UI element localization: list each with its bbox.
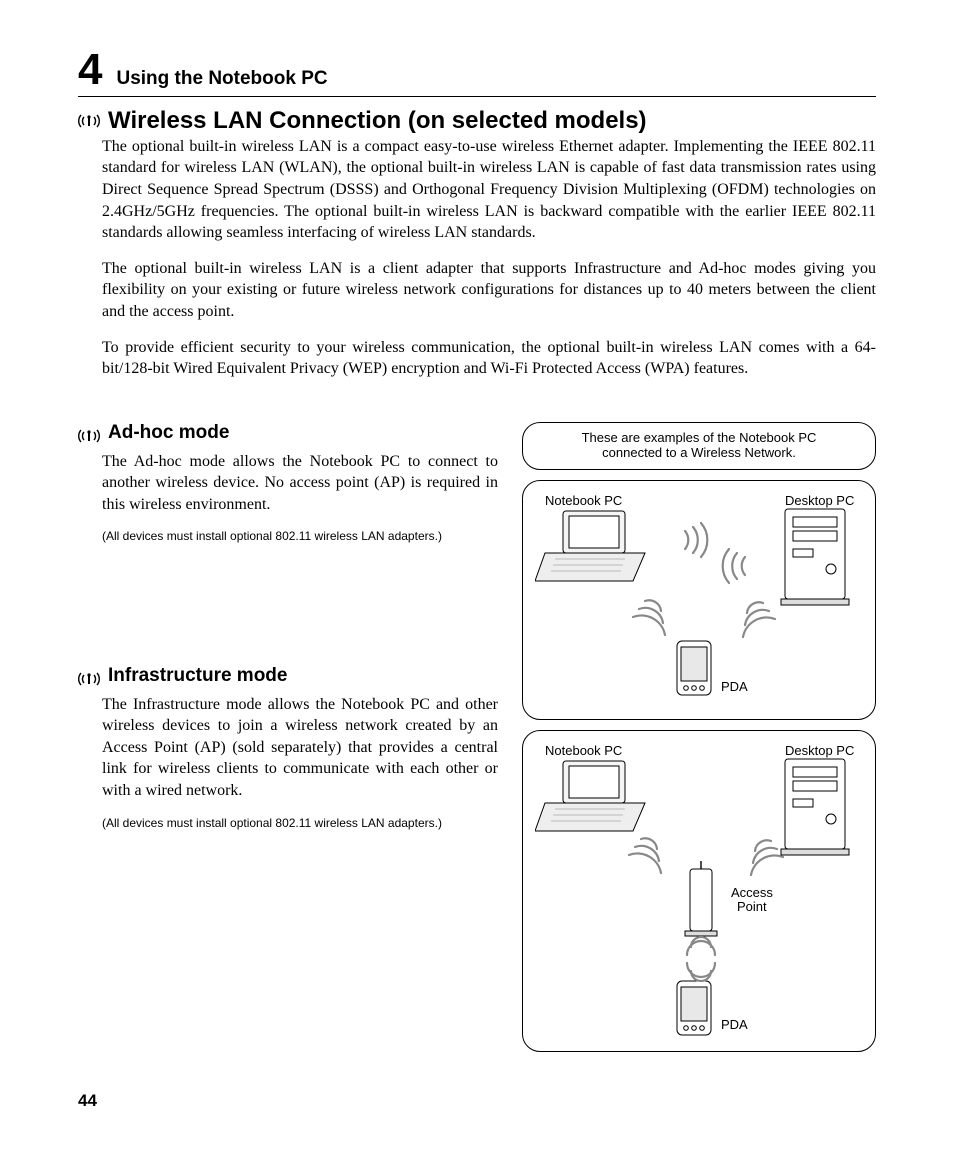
adhoc-diagram-panel: Notebook PC Desktop PC PDA — [522, 480, 876, 720]
intro-p2: The optional built-in wireless LAN is a … — [102, 258, 876, 323]
label-ap-2: Point — [737, 899, 767, 914]
page-number: 44 — [78, 1092, 97, 1109]
adhoc-body: The Ad-hoc mode allows the Notebook PC t… — [102, 451, 498, 516]
intro-p3: To provide efficient security to your wi… — [102, 337, 876, 380]
infra-body: The Infrastructure mode allows the Noteb… — [102, 694, 498, 802]
adhoc-diagram: Notebook PC Desktop PC PDA — [535, 491, 865, 709]
intro-p1: The optional built-in wireless LAN is a … — [102, 136, 876, 244]
infra-heading-row: Infrastructure mode — [78, 665, 498, 694]
wifi-icon — [78, 112, 100, 130]
wifi-icon — [78, 670, 100, 688]
mode-columns: Ad-hoc mode The Ad-hoc mode allows the N… — [78, 422, 876, 1062]
label-pda: PDA — [721, 1017, 748, 1032]
figure-caption-panel: These are examples of the Notebook PC co… — [522, 422, 876, 470]
adhoc-note: (All devices must install optional 802.1… — [102, 529, 498, 545]
infra-diagram: Notebook PC Desktop PC Access Point PDA — [535, 741, 865, 1041]
right-column: These are examples of the Notebook PC co… — [522, 422, 876, 1062]
chapter-number: 4 — [78, 48, 102, 92]
label-desktop: Desktop PC — [785, 493, 854, 508]
left-column: Ad-hoc mode The Ad-hoc mode allows the N… — [78, 422, 498, 832]
label-notebook: Notebook PC — [545, 493, 622, 508]
label-notebook: Notebook PC — [545, 743, 622, 758]
header-rule — [78, 96, 876, 97]
h1-wireless-lan: Wireless LAN Connection (on selected mod… — [108, 107, 647, 136]
wifi-icon — [78, 427, 100, 445]
section-heading-row: Wireless LAN Connection (on selected mod… — [78, 107, 876, 136]
figure-caption: These are examples of the Notebook PC co… — [582, 430, 817, 460]
chapter-title: Using the Notebook PC — [116, 69, 327, 88]
label-desktop: Desktop PC — [785, 743, 854, 758]
chapter-header: 4 Using the Notebook PC — [78, 48, 876, 92]
page: 4 Using the Notebook PC Wireless LAN Con… — [0, 0, 954, 1155]
adhoc-heading-row: Ad-hoc mode — [78, 422, 498, 451]
h2-adhoc: Ad-hoc mode — [108, 422, 229, 445]
label-ap-1: Access — [731, 885, 773, 900]
infra-diagram-panel: Notebook PC Desktop PC Access Point PDA — [522, 730, 876, 1052]
label-pda: PDA — [721, 679, 748, 694]
h2-infra: Infrastructure mode — [108, 665, 287, 688]
infra-note: (All devices must install optional 802.1… — [102, 816, 498, 832]
